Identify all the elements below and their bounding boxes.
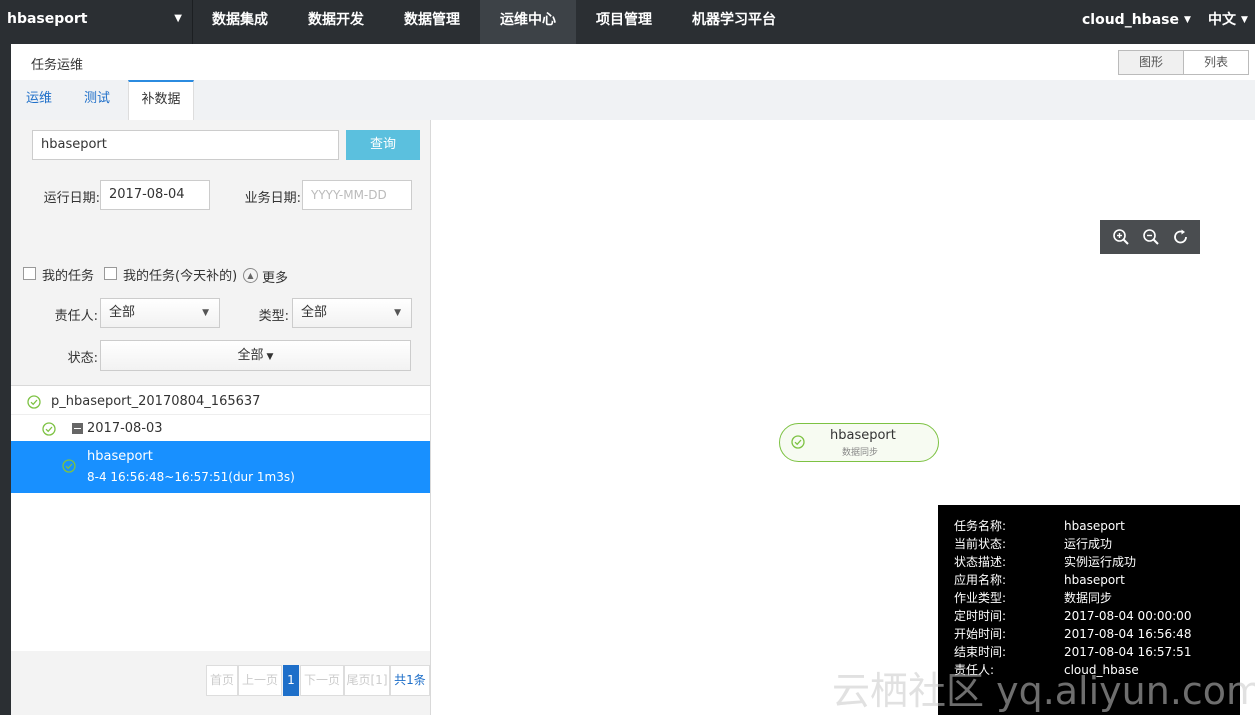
project-name: hbaseport: [7, 11, 88, 27]
tooltip-key: 任务名称:: [954, 519, 1007, 533]
zoom-in-icon[interactable]: [1112, 228, 1130, 246]
success-icon: [791, 435, 805, 449]
tooltip-key: 定时时间:: [954, 609, 1007, 623]
tab-backfill[interactable]: 补数据: [128, 80, 194, 123]
tree-task-name: hbaseport: [87, 449, 153, 464]
my-tasks-today-checkbox[interactable]: [104, 267, 117, 280]
owner-label: 责任人:: [54, 309, 98, 324]
tab-ops[interactable]: 运维: [19, 80, 59, 120]
language-menu[interactable]: 中文 ▼: [1208, 0, 1248, 44]
pager-last[interactable]: 尾页[1]: [344, 665, 390, 696]
page-title: 任务运维: [31, 58, 84, 73]
tree-date-label: 2017-08-03: [87, 421, 163, 436]
tree-root-label: p_hbaseport_20170804_165637: [51, 394, 261, 409]
nav-project-management[interactable]: 项目管理: [582, 0, 666, 44]
language-label: 中文: [1208, 12, 1236, 28]
filter-panel: hbaseport 查询 运行日期: 2017-08-04 业务日期: YYYY…: [11, 120, 431, 715]
tooltip-value: 运行成功: [1064, 537, 1113, 551]
my-tasks-checkbox[interactable]: [23, 267, 36, 280]
chevron-down-icon: ▼: [394, 308, 401, 318]
type-label: 类型:: [258, 309, 289, 324]
view-list-button[interactable]: 列表: [1184, 51, 1248, 74]
type-select-value: 全部: [301, 305, 328, 320]
search-button[interactable]: 查询: [346, 130, 420, 160]
chevron-down-icon: ▼: [174, 13, 182, 24]
tab-test[interactable]: 测试: [77, 80, 117, 120]
nav-ops-center[interactable]: 运维中心: [480, 0, 576, 44]
view-graph-button[interactable]: 图形: [1119, 51, 1184, 74]
page-header: 任务运维 图形 列表: [11, 44, 1255, 81]
instance-tree: p_hbaseport_20170804_165637 2017-08-03 h…: [11, 385, 430, 651]
pager-total: 共1条: [390, 665, 430, 696]
type-select[interactable]: 全部 ▼: [292, 298, 412, 328]
node-name: hbaseport: [830, 428, 896, 443]
tooltip-value: 数据同步: [1064, 591, 1113, 605]
chevron-down-icon: ▼: [1183, 15, 1191, 25]
pager-current[interactable]: 1: [283, 665, 299, 696]
more-filters-toggle[interactable]: 更多: [262, 267, 288, 286]
tooltip-key: 状态描述:: [954, 555, 1007, 569]
zoom-toolbar: [1100, 220, 1200, 254]
tooltip-key: 当前状态:: [954, 537, 1007, 551]
tree-date-row[interactable]: 2017-08-03: [11, 415, 430, 441]
collapse-icon[interactable]: [72, 423, 83, 434]
tooltip-value: 2017-08-04 16:57:51: [1064, 645, 1192, 659]
success-icon: [27, 395, 41, 409]
nav-data-development[interactable]: 数据开发: [294, 0, 378, 44]
nav-data-management[interactable]: 数据管理: [390, 0, 474, 44]
biz-date-label: 业务日期:: [244, 191, 301, 206]
biz-date-input[interactable]: YYYY-MM-DD: [302, 180, 412, 210]
top-navbar: hbaseport ▼ 数据集成 数据开发 数据管理 运维中心 项目管理 机器学…: [0, 0, 1255, 44]
success-icon: [42, 422, 56, 436]
my-tasks-today-label: 我的任务(今天补的): [123, 269, 238, 284]
chevron-up-icon[interactable]: ▲: [243, 268, 258, 283]
left-sidebar-strip: [0, 44, 11, 715]
my-tasks-label: 我的任务: [42, 269, 95, 284]
status-label: 状态:: [67, 351, 98, 366]
nav-machine-learning[interactable]: 机器学习平台: [678, 0, 790, 44]
chevron-down-icon: ▼: [1241, 15, 1248, 25]
user-menu[interactable]: cloud_hbase ▼: [1082, 0, 1191, 44]
pager-next[interactable]: 下一页: [300, 665, 344, 696]
tooltip-value: hbaseport: [1064, 519, 1125, 533]
owner-select-value: 全部: [109, 305, 136, 320]
user-name: cloud_hbase: [1082, 12, 1179, 28]
tree-task-time: 8-4 16:56:48~16:57:51(dur 1m3s): [87, 470, 295, 484]
tab-bar: 运维 测试 补数据: [11, 80, 1255, 123]
chevron-down-icon: ▼: [266, 352, 274, 362]
run-date-input[interactable]: 2017-08-04: [100, 180, 210, 210]
status-select-value: 全部: [237, 348, 264, 363]
tooltip-value: hbaseport: [1064, 573, 1125, 587]
tooltip-key: 应用名称:: [954, 573, 1007, 587]
tooltip-key: 作业类型:: [954, 591, 1007, 605]
nav-data-integration[interactable]: 数据集成: [198, 0, 282, 44]
tree-task-row[interactable]: hbaseport 8-4 16:56:48~16:57:51(dur 1m3s…: [11, 441, 430, 493]
watermark: 云栖社区 yq.aliyun.com: [832, 669, 1255, 713]
tooltip-value: 2017-08-04 16:56:48: [1064, 627, 1192, 641]
project-selector[interactable]: hbaseport ▼: [0, 0, 193, 44]
node-type: 数据同步: [842, 448, 879, 458]
tooltip-value: 实例运行成功: [1064, 555, 1137, 569]
tree-root-row[interactable]: p_hbaseport_20170804_165637: [11, 386, 430, 415]
tooltip-key: 开始时间:: [954, 627, 1007, 641]
tooltip-key: 结束时间:: [954, 645, 1007, 659]
pager-first[interactable]: 首页: [206, 665, 238, 696]
zoom-out-icon[interactable]: [1142, 228, 1160, 246]
view-toggle: 图形 列表: [1118, 50, 1249, 75]
tooltip-value: 2017-08-04 00:00:00: [1064, 609, 1192, 623]
refresh-icon[interactable]: [1172, 228, 1190, 246]
chevron-down-icon: ▼: [202, 308, 209, 318]
pager-prev[interactable]: 上一页: [238, 665, 282, 696]
status-select[interactable]: 全部 ▼: [100, 340, 411, 371]
search-input[interactable]: hbaseport: [32, 130, 339, 160]
dag-node-hbaseport[interactable]: hbaseport 数据同步: [779, 423, 939, 462]
owner-select[interactable]: 全部 ▼: [100, 298, 220, 328]
run-date-label: 运行日期:: [43, 191, 100, 206]
success-icon: [62, 459, 76, 473]
